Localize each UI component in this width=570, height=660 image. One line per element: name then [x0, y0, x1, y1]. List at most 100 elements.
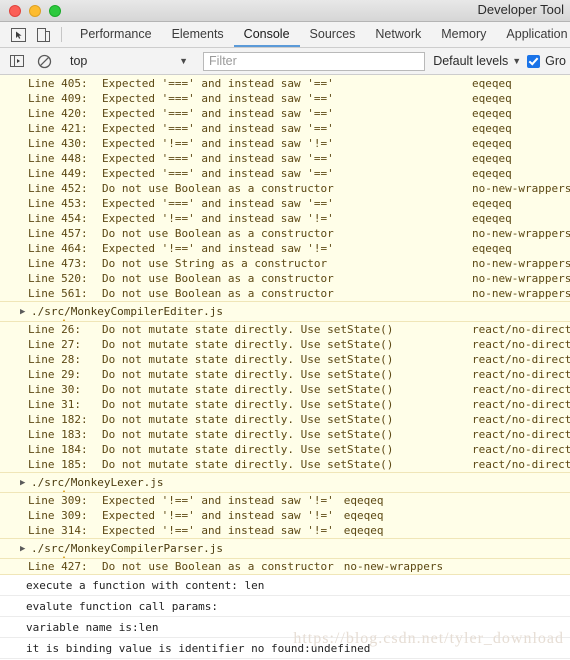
console-message-row: Line 185: Do not mutate state directly. …	[0, 457, 570, 472]
console-sidebar-icon[interactable]	[9, 54, 26, 69]
message-rule: no-new-wrappers	[472, 272, 570, 285]
console-message-row: Line 28: Do not mutate state directly. U…	[0, 352, 570, 367]
message-line: Line 30:	[28, 383, 81, 396]
device-toolbar-icon[interactable]	[35, 27, 52, 42]
message-line: Line 454:	[28, 212, 88, 225]
message-rule: eqeqeq	[472, 77, 512, 90]
message-line: Line 449:	[28, 167, 88, 180]
message-text: Do not mutate state directly. Use setSta…	[102, 323, 394, 336]
console-message-row: Line 183: Do not mutate state directly. …	[0, 427, 570, 442]
devtools-tabs: Performance Elements Console Sources Net…	[62, 22, 570, 47]
message-line: Line 31:	[28, 398, 81, 411]
console-file-group-header[interactable]: ▶ ./src/MonkeyCompilerParser.js	[0, 538, 570, 559]
message-text: Expected '===' and instead saw '=='	[102, 92, 334, 105]
message-line: Line 561:	[28, 287, 88, 300]
console-message-row: Line 420: Expected '===' and instead saw…	[0, 106, 570, 121]
console-message-row: Line 309: Expected '!==' and instead saw…	[0, 508, 570, 523]
console-output[interactable]: Line 405: Expected '===' and instead saw…	[0, 76, 570, 660]
zoom-window-button[interactable]	[49, 4, 61, 17]
disclosure-triangle-icon[interactable]: ▶	[20, 307, 30, 317]
message-text: Expected '===' and instead saw '=='	[102, 77, 334, 90]
message-text: Expected '!==' and instead saw '!='	[102, 242, 334, 255]
message-text: Do not use Boolean as a constructor	[102, 227, 334, 240]
console-message-row: Line 405: Expected '===' and instead saw…	[0, 76, 570, 91]
console-message-row: Line 314: Expected '!==' and instead saw…	[0, 523, 570, 538]
message-text: Do not use String as a constructor	[102, 257, 328, 270]
message-line: Line 427:	[28, 560, 88, 573]
message-rule: eqeqeq	[472, 167, 512, 180]
message-text: Do not mutate state directly. Use setSta…	[102, 413, 394, 426]
message-line: Line 27:	[28, 338, 81, 351]
tab-performance[interactable]: Performance	[70, 22, 162, 47]
message-line: Line 182:	[28, 413, 88, 426]
message-text: Expected '!==' and instead saw '!='	[102, 137, 334, 150]
file-path: ./src/MonkeyCompilerEditer.js	[31, 305, 224, 318]
devtools-window: Developer Tool Performance Elements Cons…	[0, 0, 570, 660]
console-message-row: Line 464: Expected '!==' and instead saw…	[0, 241, 570, 256]
log-levels-dropdown[interactable]: Default levels ▼	[433, 54, 527, 68]
file-path: ./src/MonkeyLexer.js	[31, 476, 164, 489]
console-log-row: variable name is:len	[0, 617, 570, 638]
message-text: Do not mutate state directly. Use setSta…	[102, 368, 394, 381]
console-message-row: Line 520: Do not use Boolean as a constr…	[0, 271, 570, 286]
console-filterbar-icons	[0, 54, 61, 69]
console-message-row: Line 449: Expected '===' and instead saw…	[0, 166, 570, 181]
message-text: Expected '===' and instead saw '=='	[102, 167, 334, 180]
message-text: Expected '===' and instead saw '=='	[102, 107, 334, 120]
inspect-element-icon[interactable]	[10, 27, 27, 42]
message-line: Line 29:	[28, 368, 81, 381]
message-rule: react/no-direct-m	[472, 443, 570, 456]
disclosure-triangle-icon[interactable]: ▶	[20, 478, 30, 488]
console-file-group-header[interactable]: ▶ ./src/MonkeyCompilerEditer.js	[0, 301, 570, 322]
message-line: Line 520:	[28, 272, 88, 285]
console-message-row: Line 453: Expected '===' and instead saw…	[0, 196, 570, 211]
message-line: Line 405:	[28, 77, 88, 90]
message-text: Do not mutate state directly. Use setSta…	[102, 443, 394, 456]
file-path: ./src/MonkeyCompilerParser.js	[31, 542, 224, 555]
message-text: Expected '===' and instead saw '=='	[102, 197, 334, 210]
console-message-row: Line 184: Do not mutate state directly. …	[0, 442, 570, 457]
console-file-group-header[interactable]: ▶ ./src/MonkeyLexer.js	[0, 472, 570, 493]
message-line: Line 457:	[28, 227, 88, 240]
message-line: Line 420:	[28, 107, 88, 120]
devtools-tabstrip: Performance Elements Console Sources Net…	[0, 22, 570, 48]
chevron-down-icon: ▼	[179, 56, 188, 66]
console-message-row: Line 27: Do not mutate state directly. U…	[0, 337, 570, 352]
tab-console[interactable]: Console	[233, 22, 300, 47]
minimize-window-button[interactable]	[29, 4, 41, 17]
group-similar-toggle[interactable]: Gro	[527, 54, 570, 68]
tab-sources[interactable]: Sources	[300, 22, 366, 47]
checkbox-checked-icon[interactable]	[527, 54, 541, 68]
message-text: Do not mutate state directly. Use setSta…	[102, 383, 394, 396]
log-levels-label: Default levels	[433, 54, 509, 68]
console-message-row: Line 427: Do not use Boolean as a constr…	[0, 559, 570, 574]
message-text: Do not mutate state directly. Use setSta…	[102, 338, 394, 351]
message-rule: no-new-wrappers	[472, 287, 570, 300]
tab-memory[interactable]: Memory	[431, 22, 496, 47]
message-text: Do not use Boolean as a constructor	[102, 182, 334, 195]
console-message-row: Line 26: Do not mutate state directly. U…	[0, 322, 570, 337]
devtools-tool-icons	[0, 22, 61, 47]
console-message-row: Line 457: Do not use Boolean as a constr…	[0, 226, 570, 241]
message-text: Expected '!==' and instead saw '!='	[102, 212, 334, 225]
tab-elements[interactable]: Elements	[162, 22, 234, 47]
tab-network[interactable]: Network	[365, 22, 431, 47]
disclosure-triangle-icon[interactable]: ▶	[20, 544, 30, 554]
console-message-row: Line 473: Do not use String as a constru…	[0, 256, 570, 271]
console-log-row: it is binding value is identifier no fou…	[0, 638, 570, 659]
clear-console-icon[interactable]	[36, 54, 53, 69]
console-message-row: Line 409: Expected '===' and instead saw…	[0, 91, 570, 106]
message-line: Line 421:	[28, 122, 88, 135]
message-rule: eqeqeq	[472, 242, 512, 255]
message-text: Do not mutate state directly. Use setSta…	[102, 353, 394, 366]
tab-application[interactable]: Application	[496, 22, 570, 47]
message-rule: react/no-direct-m	[472, 323, 570, 336]
console-message-row: Line 454: Expected '!==' and instead saw…	[0, 211, 570, 226]
message-rule: react/no-direct-m	[472, 413, 570, 426]
close-window-button[interactable]	[9, 4, 21, 17]
message-rule: eqeqeq	[472, 197, 512, 210]
window-controls	[0, 4, 61, 17]
execution-context-select[interactable]: top ▼	[62, 54, 194, 68]
filter-input[interactable]	[203, 51, 426, 71]
message-rule: no-new-wrappers	[343, 560, 444, 573]
